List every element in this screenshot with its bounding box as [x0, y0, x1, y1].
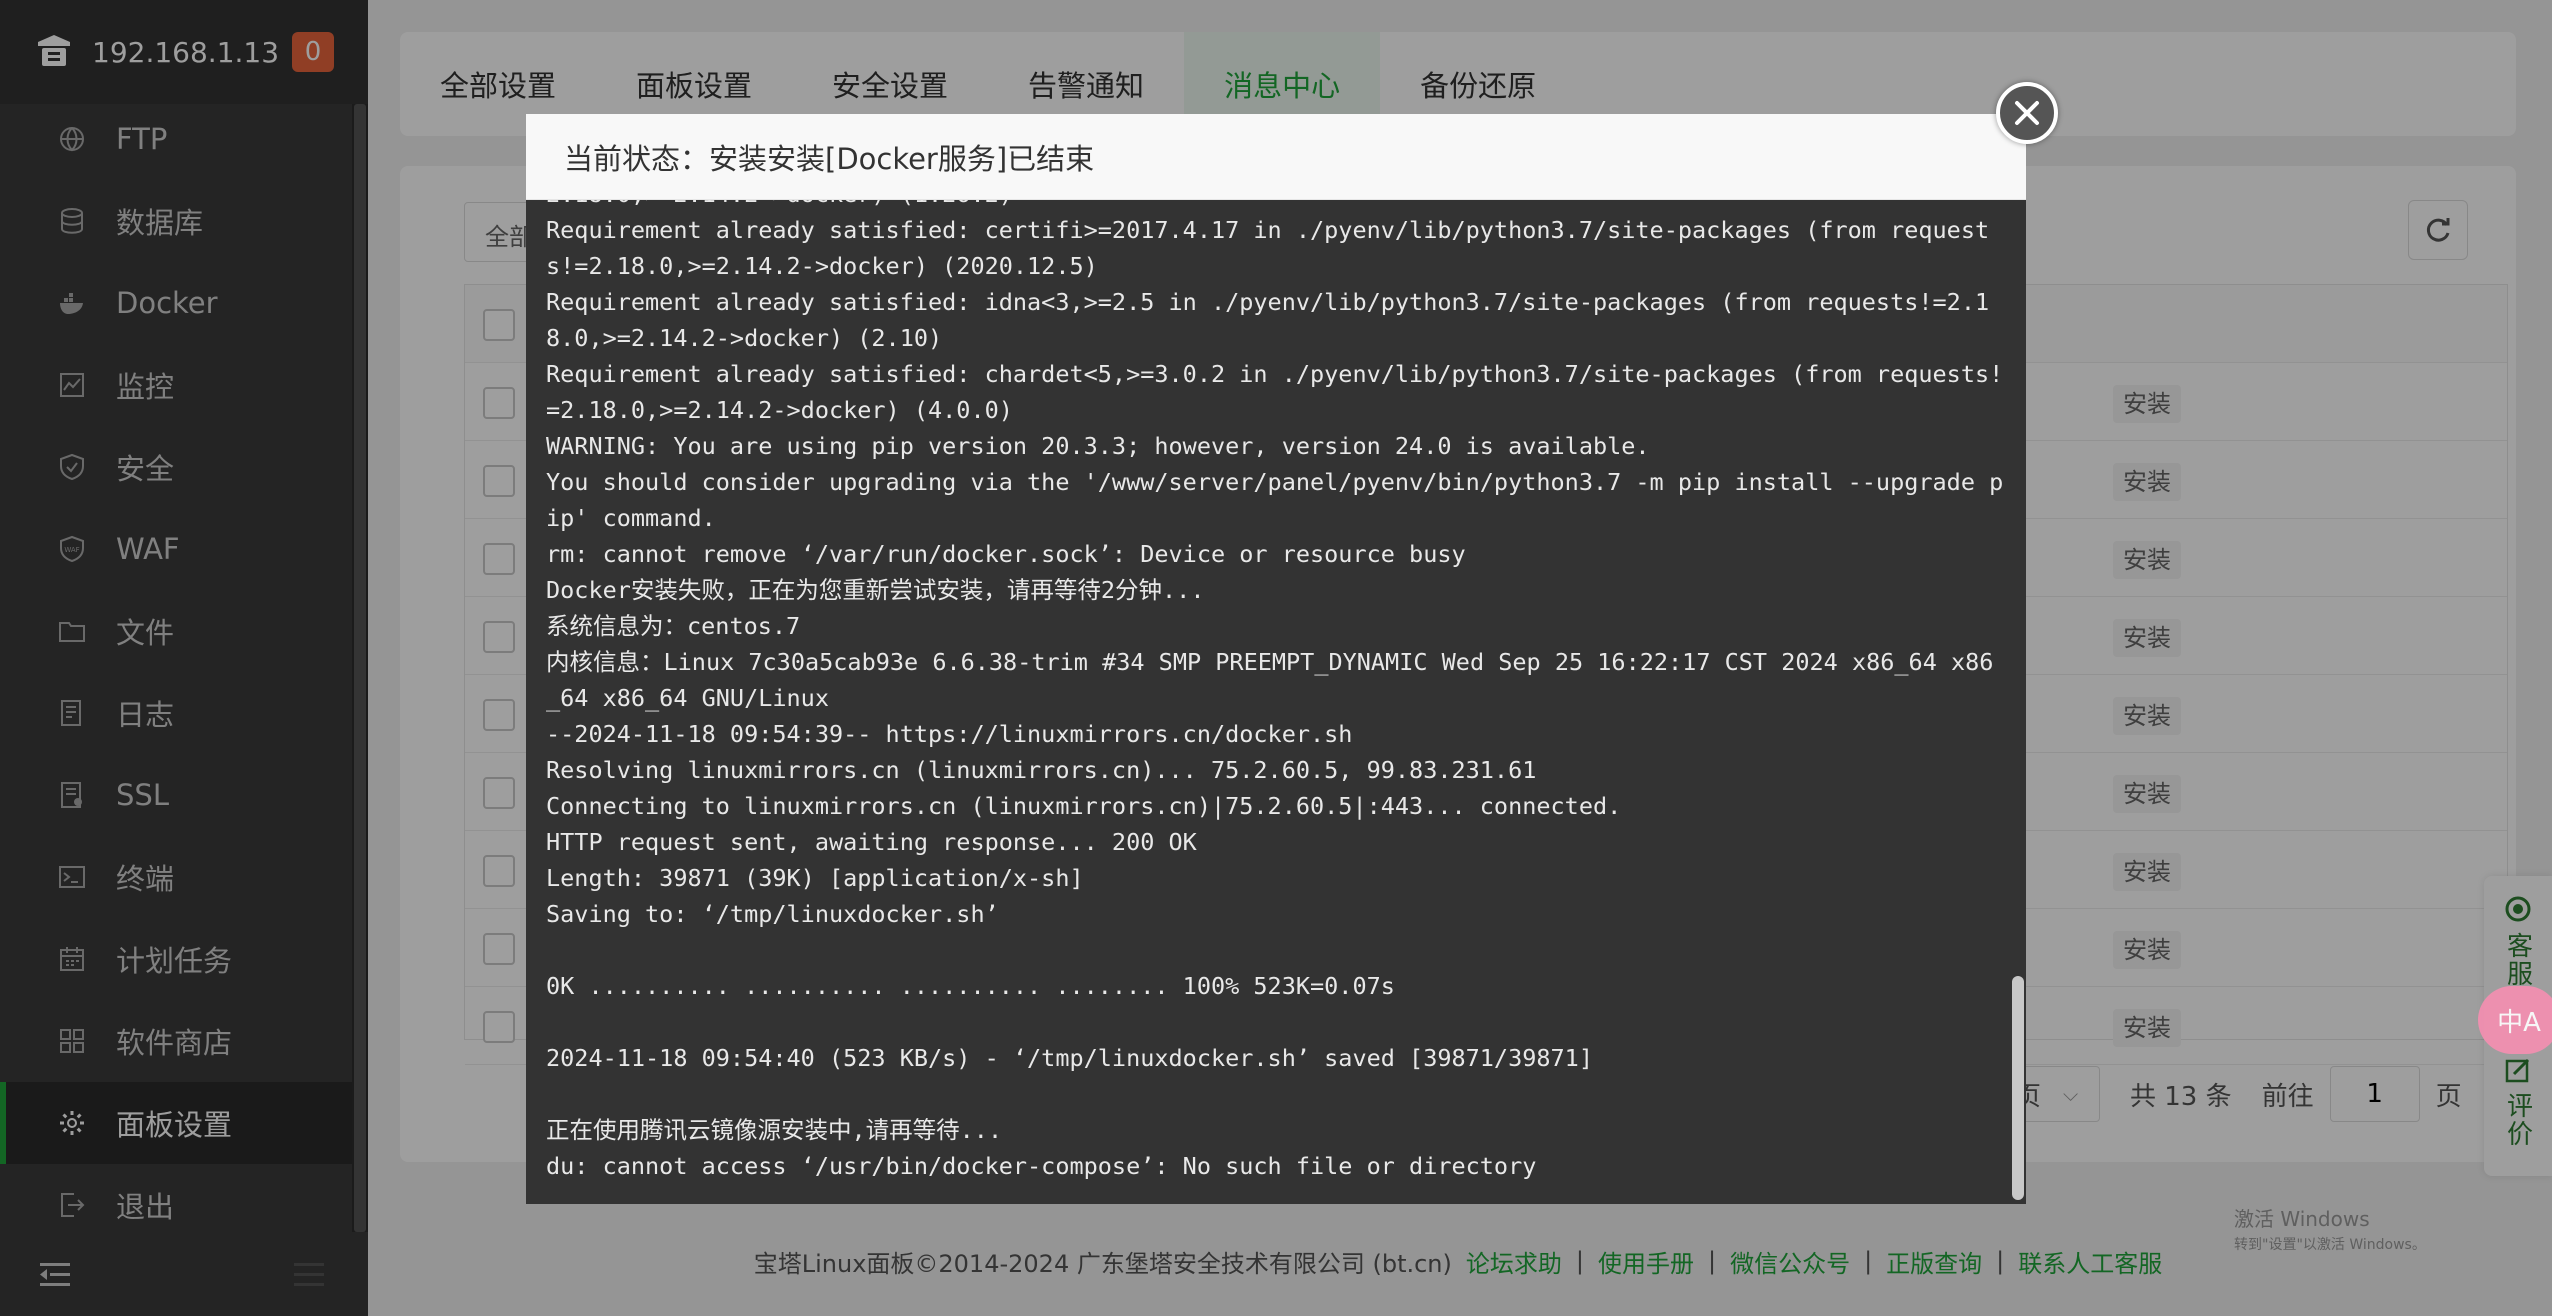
log-line: Saving to: ‘/tmp/linuxdocker.sh’: [546, 900, 999, 928]
log-line: 正在使用腾讯云镜像源安装中,请再等待...: [546, 1116, 1003, 1144]
log-line: du: cannot access ‘/usr/bin/docker-compo…: [546, 1152, 1537, 1180]
log-line: HTTP request sent, awaiting response... …: [546, 828, 1197, 856]
log-line: 系统信息为：centos.7: [546, 612, 801, 640]
dialog-title: 当前状态：安装安装[Docker服务]已结束: [526, 114, 2026, 200]
log-scrollbar[interactable]: [2010, 200, 2026, 1204]
log-line: rm: cannot remove ‘/var/run/docker.sock’…: [546, 540, 1466, 568]
log-line: WARNING: You are using pip version 20.3.…: [546, 432, 1650, 460]
log-line: 2.18.0,>=2.14.2->docker) (1.26.2): [546, 200, 2006, 212]
log-line: 0K .......... .......... .......... ....…: [546, 972, 1395, 1000]
log-line: Resolving linuxmirrors.cn (linuxmirrors.…: [546, 756, 1537, 784]
log-line: Requirement already satisfied: certifi>=…: [546, 216, 1990, 280]
log-line: Requirement already satisfied: chardet<5…: [546, 360, 2004, 424]
log-line: You should consider upgrading via the '/…: [546, 468, 2004, 532]
log-line: --2024-11-18 09:54:39-- https://linuxmir…: [546, 720, 1353, 748]
close-icon: [2015, 101, 2039, 125]
close-dialog-button[interactable]: [1996, 82, 2058, 144]
install-log-console[interactable]: 2.18.0,>=2.14.2->docker) (1.26.2) Require…: [526, 200, 2026, 1204]
log-line: 内核信息：Linux 7c30a5cab93e 6.6.38-trim #34 …: [546, 648, 1994, 712]
install-log-dialog: 当前状态：安装安装[Docker服务]已结束 2.18.0,>=2.14.2->…: [526, 114, 2026, 1204]
log-line: 2024-11-18 09:54:40 (523 KB/s) - ‘/tmp/l…: [546, 1044, 1593, 1072]
log-line: Docker安装失败，正在为您重新尝试安装，请再等待2分钟...: [546, 576, 1205, 604]
translate-button[interactable]: 中A: [2478, 986, 2552, 1054]
log-line: Connecting to linuxmirrors.cn (linuxmirr…: [546, 792, 1622, 820]
log-line: Requirement already satisfied: idna<3,>=…: [546, 288, 1990, 352]
log-line: Length: 39871 (39K) [application/x-sh]: [546, 864, 1084, 892]
log-output: 2.18.0,>=2.14.2->docker) (1.26.2) Require…: [546, 200, 2006, 1184]
